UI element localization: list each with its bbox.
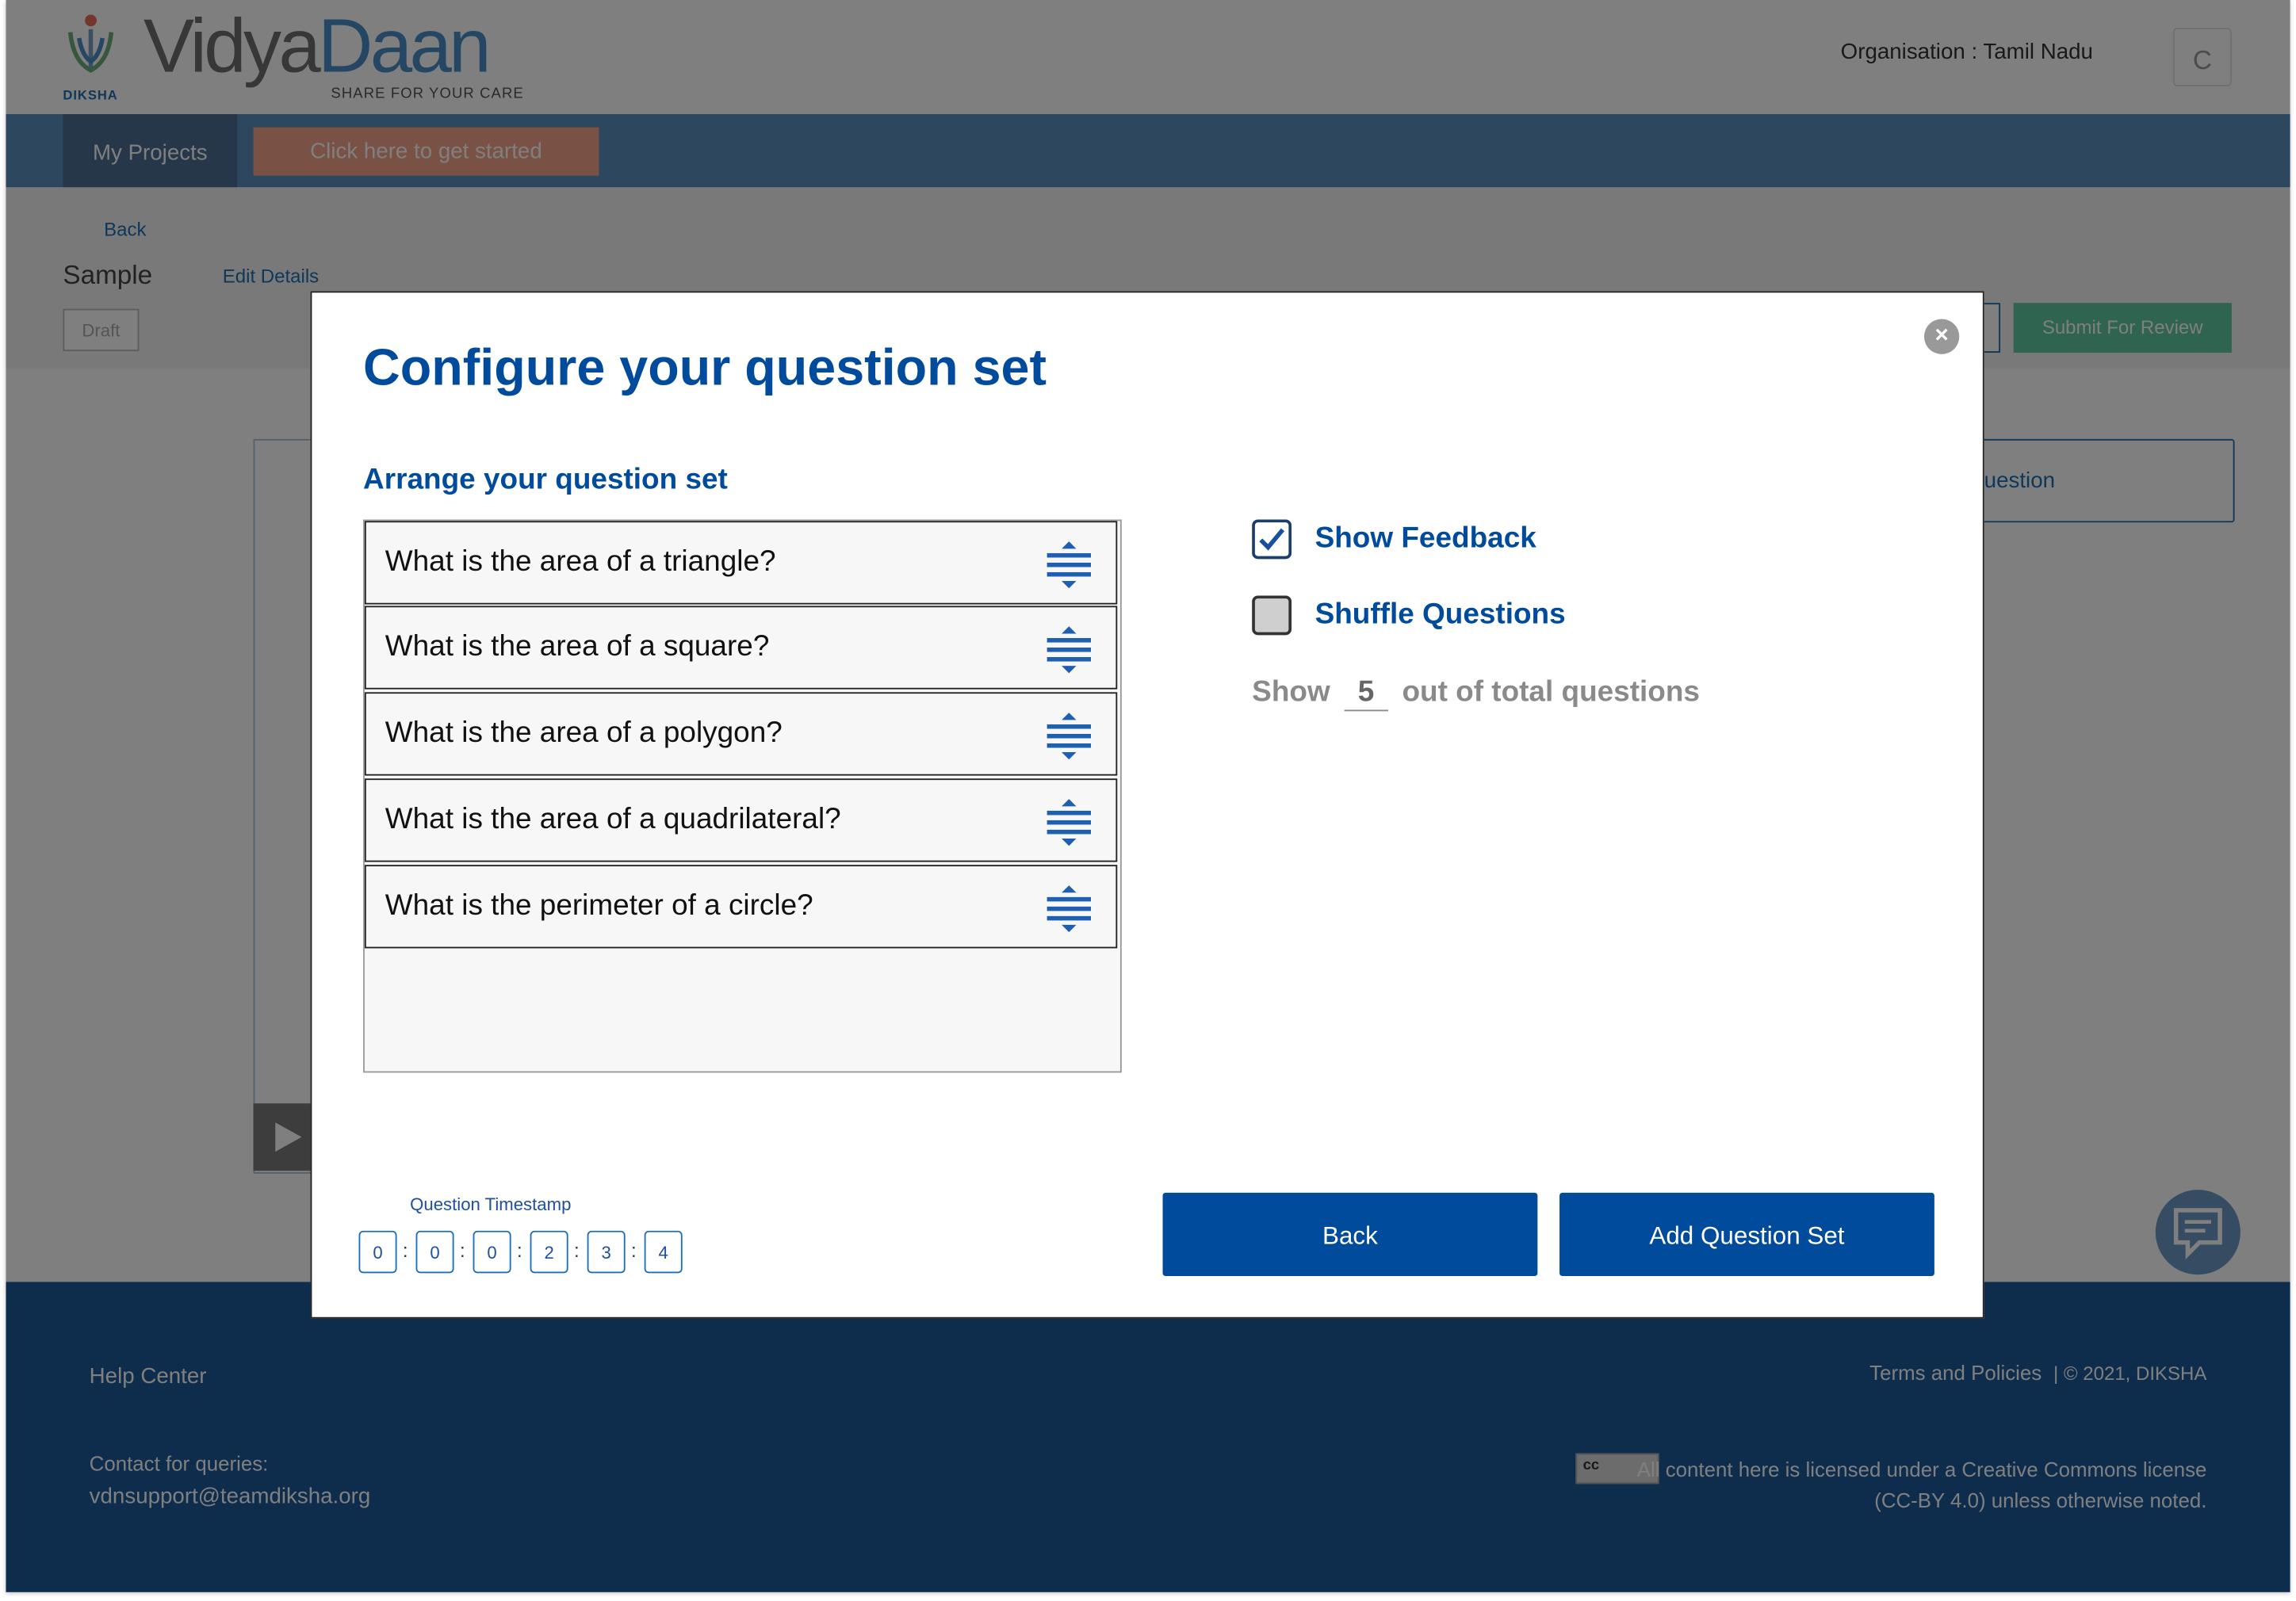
checkmark-icon — [1259, 528, 1285, 551]
question-list: What is the area of a triangle? What is … — [363, 519, 1122, 1073]
list-item[interactable]: What is the area of a triangle? — [364, 521, 1118, 605]
show-count-row: Show 5 out of total questions — [1252, 676, 1700, 712]
question-text: What is the area of a quadrilateral? — [385, 803, 841, 836]
timestamp-digit[interactable]: 0 — [358, 1230, 397, 1274]
timestamp-digit[interactable]: 0 — [473, 1230, 511, 1274]
timestamp-separator: : — [459, 1239, 465, 1262]
list-item[interactable]: What is the area of a quadrilateral? — [364, 778, 1118, 862]
show-feedback-checkbox[interactable] — [1252, 519, 1292, 560]
list-item[interactable]: What is the area of a polygon? — [364, 692, 1118, 776]
drag-handle-icon[interactable] — [1046, 625, 1093, 674]
show-count-prefix: Show — [1252, 676, 1330, 709]
question-text: What is the area of a triangle? — [385, 545, 776, 579]
drag-handle-icon[interactable] — [1046, 711, 1093, 761]
timestamp-digit[interactable]: 2 — [530, 1230, 568, 1274]
modal-title: Configure your question set — [363, 339, 1047, 397]
timestamp-digit[interactable]: 3 — [587, 1230, 626, 1274]
timestamp-separator: : — [574, 1239, 580, 1262]
timestamp-separator: : — [516, 1239, 522, 1262]
timestamp-label: Question Timestamp — [410, 1194, 572, 1215]
timestamp-separator: : — [402, 1239, 408, 1262]
list-item[interactable]: What is the area of a square? — [364, 606, 1118, 690]
back-button[interactable]: Back — [1162, 1192, 1538, 1277]
show-feedback-label: Show Feedback — [1314, 522, 1536, 555]
drag-handle-icon[interactable] — [1046, 884, 1093, 934]
shuffle-questions-checkbox[interactable] — [1252, 595, 1292, 636]
question-text: What is the area of a square? — [385, 630, 770, 663]
add-question-set-button[interactable]: Add Question Set — [1559, 1192, 1934, 1277]
timestamp-digit[interactable]: 0 — [415, 1230, 454, 1274]
app-frame: DIKSHA VidyaDaan SHARE FOR YOUR CARE Org… — [6, 0, 2290, 1592]
close-icon[interactable]: × — [1923, 319, 1960, 354]
shuffle-questions-label: Shuffle Questions — [1314, 598, 1566, 631]
show-count-input[interactable]: 5 — [1344, 676, 1388, 712]
timestamp-separator: : — [631, 1239, 637, 1262]
drag-handle-icon[interactable] — [1046, 540, 1093, 590]
drag-handle-icon[interactable] — [1046, 797, 1093, 847]
list-item[interactable]: What is the perimeter of a circle? — [364, 865, 1118, 949]
question-text: What is the perimeter of a circle? — [385, 889, 813, 923]
timestamp-digit[interactable]: 4 — [644, 1230, 683, 1274]
arrange-label: Arrange your question set — [363, 464, 728, 496]
show-count-suffix: out of total questions — [1402, 676, 1700, 709]
configure-question-set-modal: × Configure your question set Arrange yo… — [310, 291, 1984, 1319]
question-text: What is the area of a polygon? — [385, 716, 783, 750]
